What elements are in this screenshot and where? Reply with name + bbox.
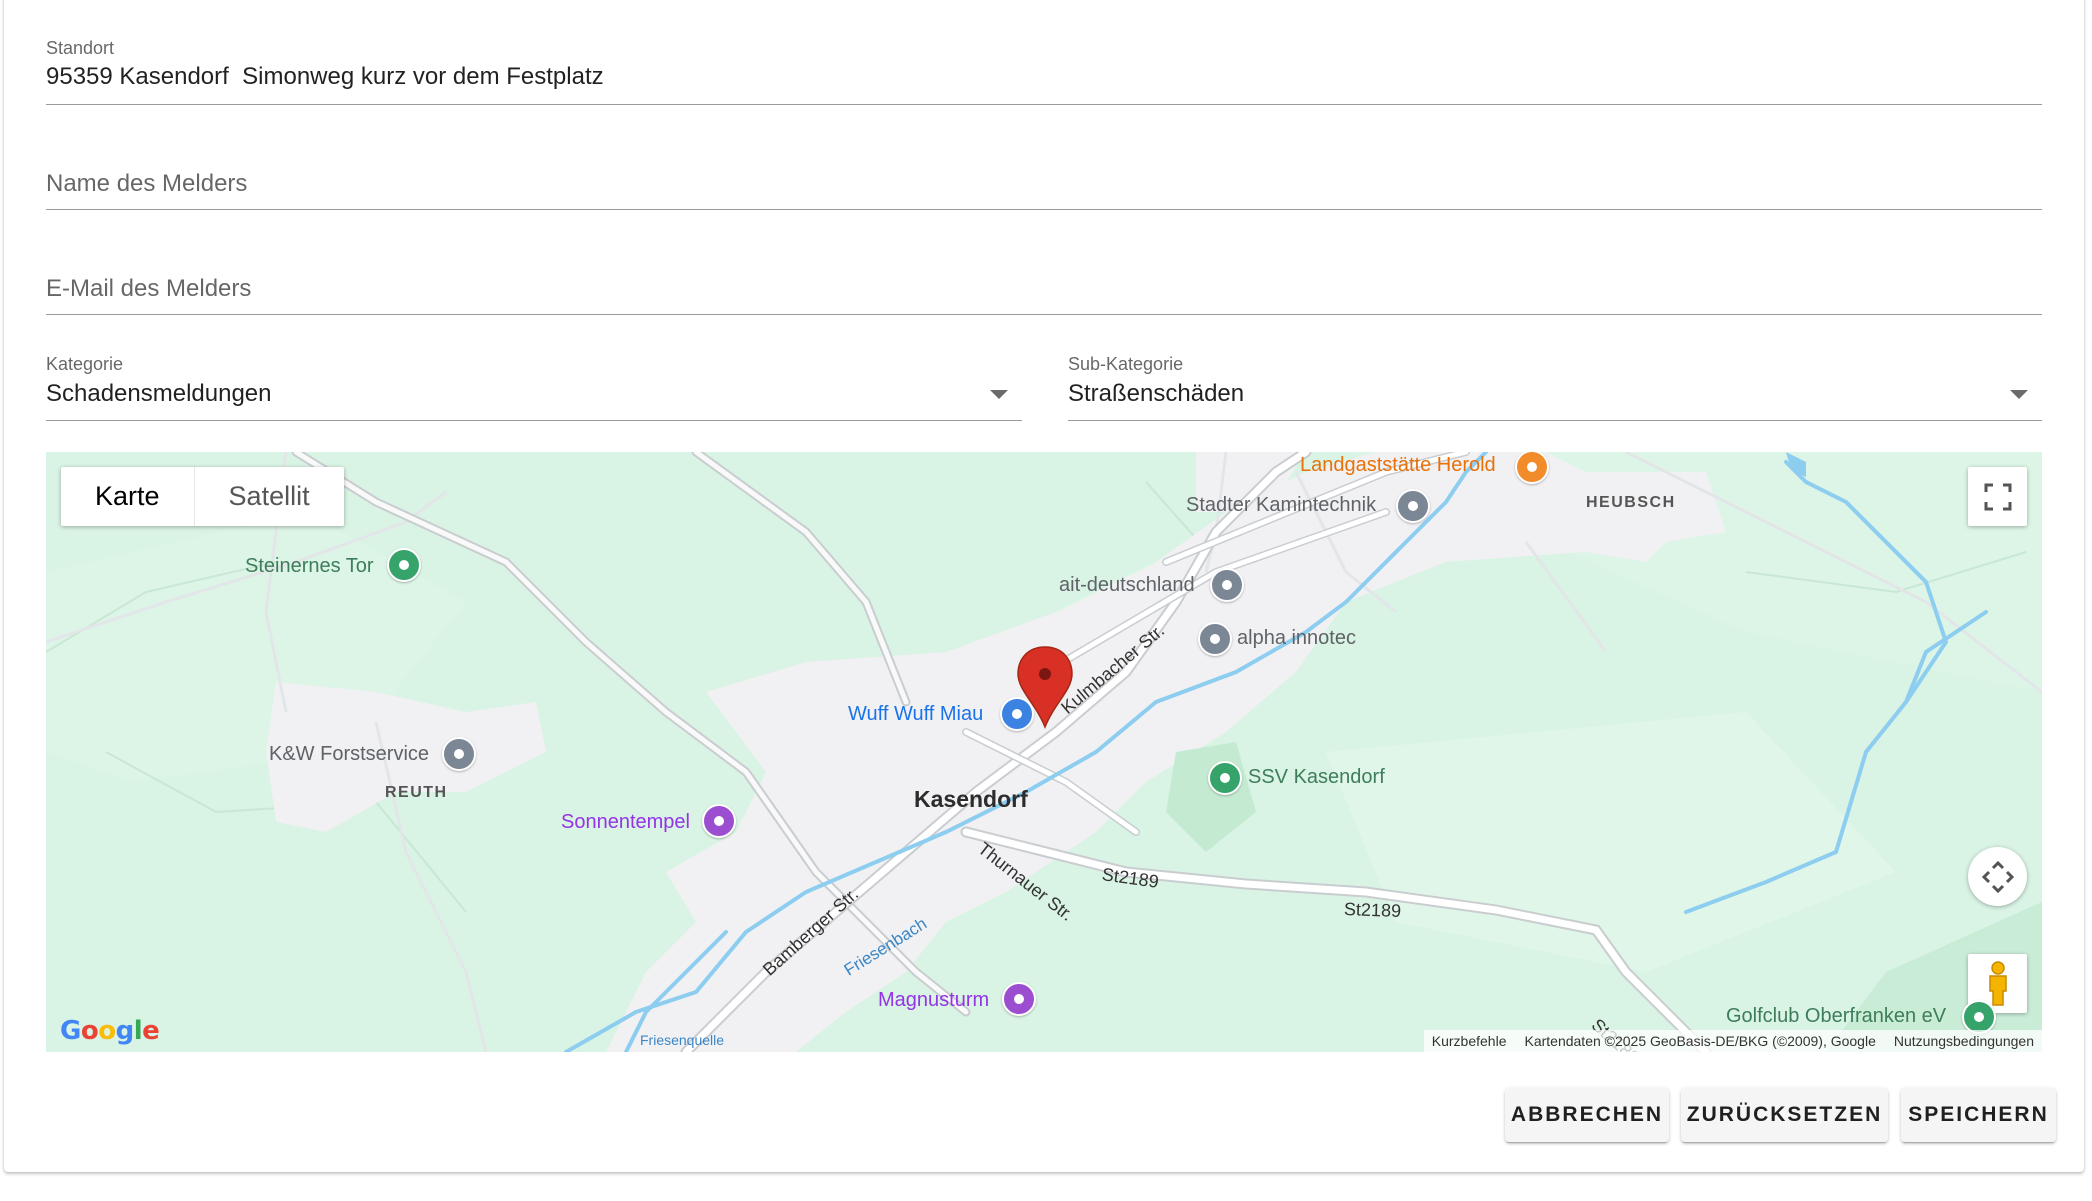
- poi-alpha-label[interactable]: alpha innotec: [1237, 627, 1356, 650]
- poi-ait-icon[interactable]: [1210, 568, 1244, 602]
- poi-golfclub-label[interactable]: Golfclub Oberfranken eV: [1726, 1005, 1946, 1028]
- map-type-satellit-button[interactable]: Satellit: [193, 467, 344, 526]
- standort-field[interactable]: Standort 95359 Kasendorf Simonweg kurz v…: [46, 36, 2042, 105]
- map-type-karte-button[interactable]: Karte: [61, 467, 194, 526]
- sub-kategorie-select[interactable]: Sub-Kategorie Straßenschäden: [1068, 350, 2042, 421]
- camera-control-button[interactable]: [1968, 847, 2027, 906]
- fullscreen-button[interactable]: [1968, 467, 2027, 526]
- poi-steinernes-label[interactable]: Steinernes Tor: [245, 555, 374, 578]
- pegman-icon: [1988, 960, 2007, 1006]
- poi-kamintechnik-icon[interactable]: [1396, 489, 1430, 523]
- stadium-icon[interactable]: [1208, 761, 1242, 795]
- google-logo: Google: [60, 1016, 160, 1046]
- sub-kategorie-dropdown-icon[interactable]: [2010, 390, 2028, 399]
- kategorie-select[interactable]: Kategorie Schadensmeldungen: [46, 350, 1022, 421]
- poi-magnusturm-label[interactable]: Magnusturm: [878, 989, 989, 1012]
- reset-button[interactable]: ZURÜCKSETZEN: [1681, 1088, 1888, 1142]
- name-field[interactable]: Name des Melders: [46, 140, 2042, 210]
- fullscreen-icon: [1984, 483, 2011, 510]
- poi-ssv-label[interactable]: SSV Kasendorf: [1248, 766, 1385, 789]
- save-button[interactable]: SPEICHERN: [1901, 1088, 2056, 1142]
- map-attribution-bar: Kurzbefehle Kartendaten ©2025 GeoBasis-D…: [1423, 1030, 2042, 1052]
- cancel-button[interactable]: ABBRECHEN: [1505, 1088, 1669, 1142]
- kategorie-dropdown-icon[interactable]: [990, 390, 1008, 399]
- poi-landgasthaus-label[interactable]: Landgaststätte Herold: [1300, 454, 1496, 477]
- terms-link[interactable]: Nutzungsbedingungen: [1894, 1033, 2034, 1049]
- kategorie-value: Schadensmeldungen: [46, 380, 272, 407]
- keyboard-shortcuts-link[interactable]: Kurzbefehle: [1432, 1033, 1507, 1049]
- poi-magnusturm-icon[interactable]: [1002, 982, 1036, 1016]
- sub-kategorie-value: Straßenschäden: [1068, 380, 1245, 407]
- hiking-icon[interactable]: [387, 548, 421, 582]
- standort-label: Standort: [46, 38, 115, 58]
- poi-forstservice-label[interactable]: K&W Forstservice: [269, 743, 429, 766]
- map-type-control: Karte Satellit: [61, 467, 344, 526]
- town-kasendorf-label: Kasendorf: [914, 786, 1028, 812]
- water-friesenquelle-label: Friesenquelle: [640, 1032, 725, 1048]
- poi-kamintechnik-label[interactable]: Stadter Kamintechnik: [1186, 494, 1376, 517]
- place-heubsch-label: HEUBSCH: [1586, 494, 1676, 511]
- poi-sonnentempel-label[interactable]: Sonnentempel: [561, 811, 690, 834]
- road-st2189-label-2: St2189: [1343, 899, 1402, 921]
- golf-icon[interactable]: [1962, 1000, 1996, 1034]
- email-field[interactable]: E-Mail des Melders: [46, 245, 2042, 315]
- map[interactable]: Karte Satellit Landgaststätte Herold Sta…: [46, 452, 2042, 1052]
- email-placeholder: E-Mail des Melders: [46, 275, 252, 302]
- photo-spot-icon[interactable]: [702, 804, 736, 838]
- page: Standort 95359 Kasendorf Simonweg kurz v…: [0, 0, 2092, 1201]
- poi-forstservice-icon[interactable]: [442, 737, 476, 771]
- name-placeholder: Name des Melders: [46, 170, 248, 197]
- poi-alpha-icon[interactable]: [1198, 622, 1232, 656]
- kategorie-label: Kategorie: [46, 354, 124, 374]
- poi-ait-label[interactable]: ait-deutschland: [1059, 574, 1195, 597]
- poi-wuff-label[interactable]: Wuff Wuff Miau: [848, 703, 983, 726]
- standort-value: 95359 Kasendorf Simonweg kurz vor dem Fe…: [46, 63, 604, 90]
- place-reuth-label: REUTH: [385, 784, 448, 801]
- map-data-attribution: Kartendaten ©2025 GeoBasis-DE/BKG (©2009…: [1524, 1033, 1876, 1049]
- shopping-bag-icon[interactable]: [1000, 697, 1034, 731]
- sub-kategorie-label: Sub-Kategorie: [1068, 354, 1184, 374]
- move-arrows-icon: [1981, 860, 2014, 893]
